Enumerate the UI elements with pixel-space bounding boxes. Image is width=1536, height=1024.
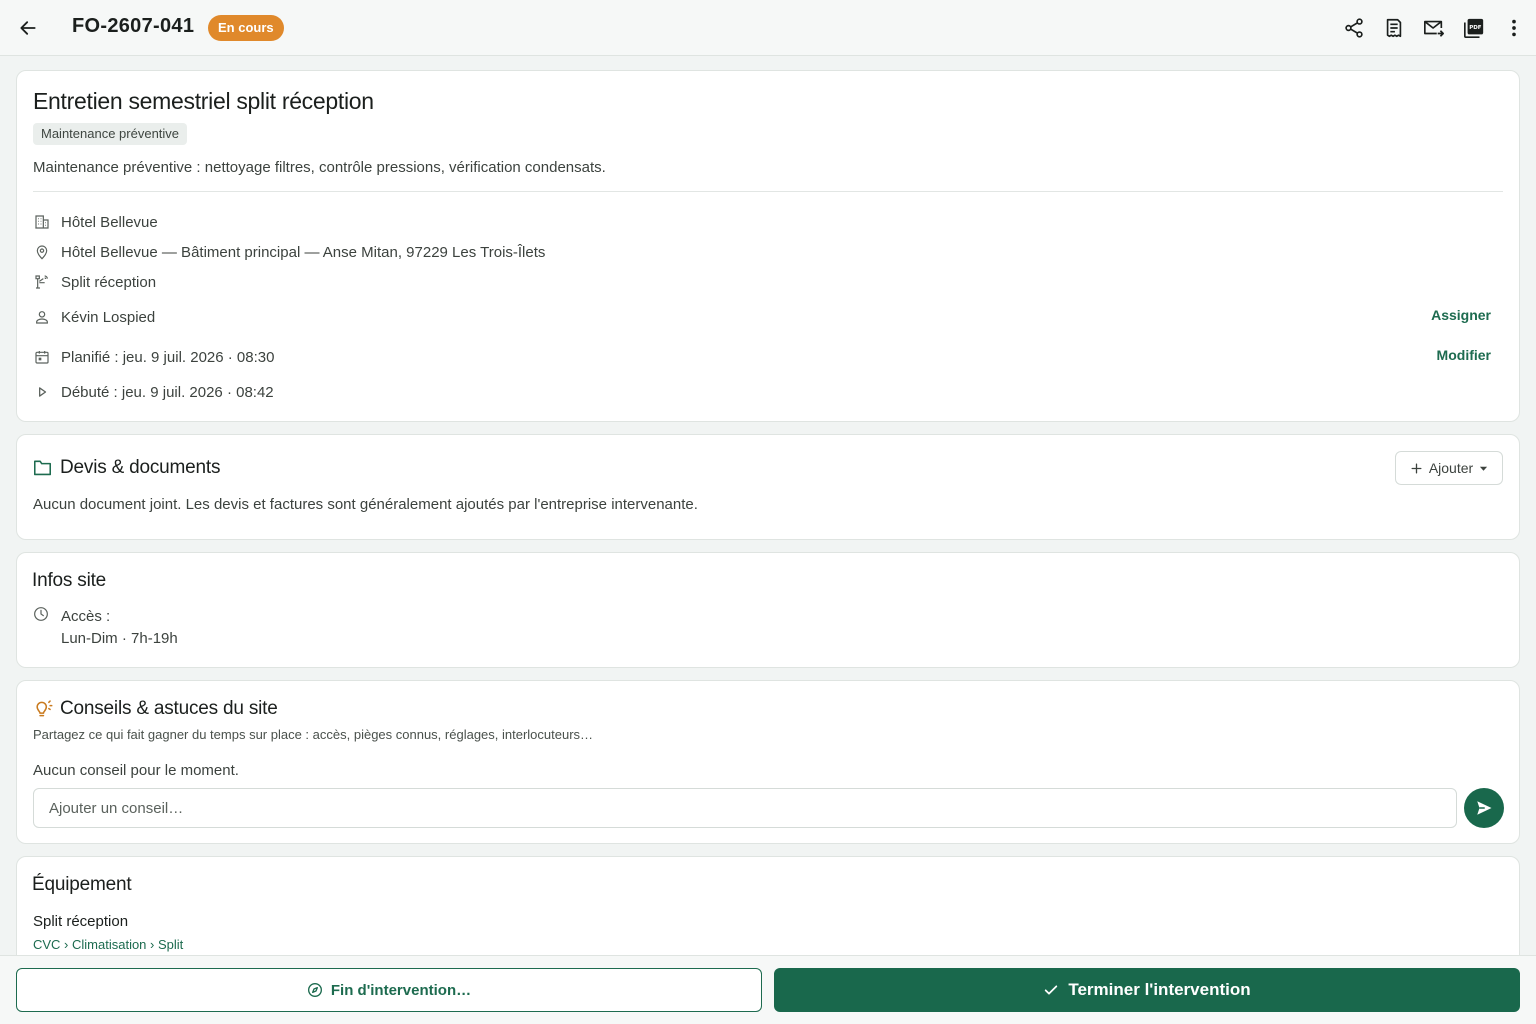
documents-empty-message: Aucun document joint. Les devis et factu… bbox=[33, 496, 698, 513]
site-info-title: Infos site bbox=[32, 570, 107, 591]
tips-title: Conseils & astuces du site bbox=[60, 698, 278, 719]
send-icon bbox=[1477, 801, 1492, 815]
started-row: Débuté : jeu. 9 juil. 2026 · 08:42 bbox=[33, 382, 1491, 402]
header-actions: PDF bbox=[1338, 12, 1530, 44]
documents-card: Devis & documents Ajouter Aucun document… bbox=[16, 434, 1520, 540]
access-hours: Lun-Dim · 7h-19h bbox=[61, 630, 178, 647]
equipment-category-path[interactable]: CVC › Climatisation › Split bbox=[33, 937, 183, 952]
finish-intervention-button[interactable]: Terminer l'intervention bbox=[774, 968, 1520, 1012]
add-tip-input[interactable] bbox=[33, 788, 1457, 828]
caret-down-icon bbox=[1480, 466, 1488, 471]
tips-empty-message: Aucun conseil pour le moment. bbox=[33, 762, 239, 779]
equipment-item-name: Split réception bbox=[33, 913, 129, 930]
planned-row: Planifié : jeu. 9 juil. 2026 · 08:30 Mod… bbox=[33, 347, 1491, 367]
clock-icon bbox=[33, 606, 49, 622]
add-document-label: Ajouter bbox=[1428, 460, 1474, 476]
equipment-row: Split réception bbox=[33, 272, 1491, 292]
end-intervention-label: Fin d'intervention… bbox=[330, 981, 472, 999]
arrow-left-icon bbox=[20, 21, 36, 35]
building-icon bbox=[33, 213, 51, 231]
planned-date: Planifié : jeu. 9 juil. 2026 · 08:30 bbox=[61, 348, 275, 366]
location-pin-icon bbox=[33, 243, 51, 261]
play-icon bbox=[33, 383, 51, 401]
email-button[interactable] bbox=[1418, 12, 1450, 44]
back-button[interactable] bbox=[12, 12, 44, 44]
pdf-icon: PDF bbox=[1464, 18, 1484, 38]
pdf-export-button[interactable]: PDF bbox=[1458, 12, 1490, 44]
share-icon bbox=[1345, 18, 1363, 38]
calendar-icon bbox=[33, 348, 51, 366]
site-info-card: Infos site Accès : Lun-Dim · 7h-19h bbox=[16, 552, 1520, 668]
equipment-name: Split réception bbox=[61, 273, 157, 291]
documents-title: Devis & documents bbox=[60, 457, 221, 478]
assignee-row: Kévin Lospied Assigner bbox=[33, 307, 1491, 327]
check-icon bbox=[1045, 985, 1058, 995]
divider bbox=[33, 191, 1503, 192]
add-document-button[interactable]: Ajouter bbox=[1395, 451, 1503, 485]
mail-forward-icon bbox=[1424, 20, 1444, 37]
intervention-type-chip: Maintenance préventive bbox=[33, 123, 188, 145]
started-date: Débuté : jeu. 9 juil. 2026 · 08:42 bbox=[61, 383, 274, 401]
receipt-button[interactable] bbox=[1378, 12, 1410, 44]
assign-button[interactable]: Assigner bbox=[1431, 307, 1491, 323]
site-address: Hôtel Bellevue — Bâtiment principal — An… bbox=[61, 243, 546, 261]
intervention-title: Entretien semestriel split réception bbox=[33, 88, 374, 114]
person-icon bbox=[33, 308, 51, 326]
folder-icon bbox=[33, 459, 52, 476]
more-options-button[interactable] bbox=[1498, 12, 1530, 44]
tips-hint: Partagez ce qui fait gagner du temps sur… bbox=[33, 727, 594, 742]
client-name: Hôtel Bellevue bbox=[61, 213, 158, 231]
client-row: Hôtel Bellevue bbox=[33, 212, 1491, 232]
more-vertical-icon bbox=[1512, 19, 1516, 37]
lightbulb-icon bbox=[32, 699, 54, 719]
modify-schedule-button[interactable]: Modifier bbox=[1437, 347, 1491, 363]
intervention-summary-card: Entretien semestriel split réception Mai… bbox=[16, 70, 1520, 422]
top-app-bar: FO-2607-041 En cours PDF bbox=[0, 0, 1536, 56]
compass-circle-icon bbox=[307, 983, 322, 997]
share-button[interactable] bbox=[1338, 12, 1370, 44]
send-tip-button[interactable] bbox=[1464, 788, 1504, 828]
receipt-icon bbox=[1386, 18, 1402, 38]
status-badge: En cours bbox=[208, 15, 284, 41]
bottom-action-bar: Fin d'intervention… Terminer l'intervent… bbox=[0, 955, 1536, 1024]
plus-icon bbox=[1411, 463, 1422, 473]
access-label: Accès : bbox=[61, 608, 111, 625]
address-row: Hôtel Bellevue — Bâtiment principal — An… bbox=[33, 242, 1491, 262]
equipment-title: Équipement bbox=[32, 874, 132, 895]
svg-text:PDF: PDF bbox=[1469, 25, 1482, 31]
intervention-reference: FO-2607-041 bbox=[72, 15, 195, 37]
site-tips-card: Conseils & astuces du site Partagez ce q… bbox=[16, 680, 1520, 844]
finish-intervention-label: Terminer l'intervention bbox=[1068, 980, 1251, 999]
air-conditioner-icon bbox=[33, 273, 51, 291]
intervention-description: Maintenance préventive : nettoyage filtr… bbox=[33, 159, 606, 176]
assignee-name: Kévin Lospied bbox=[61, 308, 156, 326]
end-intervention-button[interactable]: Fin d'intervention… bbox=[16, 968, 762, 1012]
